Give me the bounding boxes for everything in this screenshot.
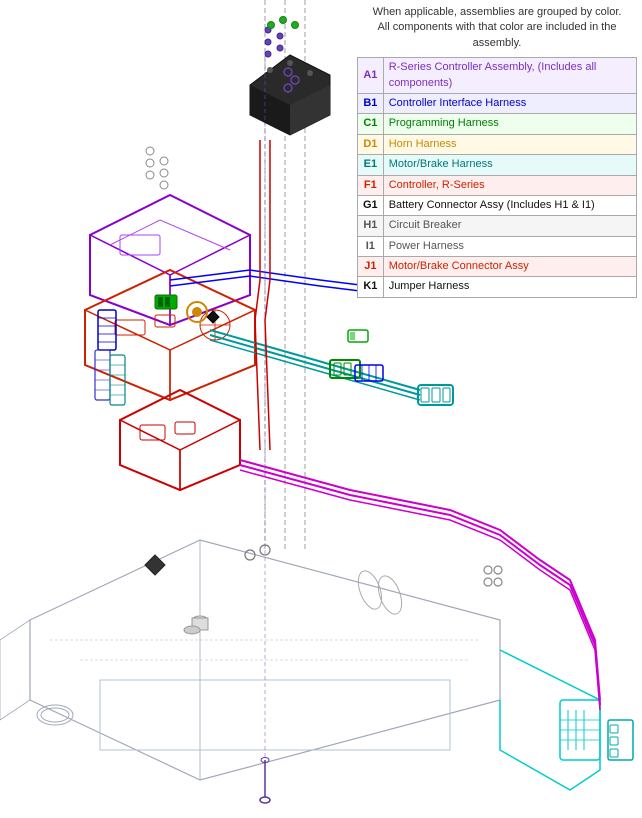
legend-code: K1 [358,277,384,297]
legend-row: K1Jumper Harness [358,277,637,297]
legend-row: C1Programming Harness [358,114,637,134]
legend-header: When applicable, assemblies are grouped … [357,5,637,51]
legend-code: H1 [358,216,384,236]
legend-code: G1 [358,195,384,215]
legend-row: G1Battery Connector Assy (Includes H1 & … [358,195,637,215]
legend-row: J1Motor/Brake Connector Assy [358,257,637,277]
legend-code: E1 [358,155,384,175]
legend-description: Controller Interface Harness [383,93,636,113]
legend-description: Programming Harness [383,114,636,134]
legend-description: Circuit Breaker [383,216,636,236]
legend-code: B1 [358,93,384,113]
legend-row: I1Power Harness [358,236,637,256]
legend-code: D1 [358,134,384,154]
main-container: When applicable, assemblies are grouped … [0,0,642,818]
legend-row: F1Controller, R-Series [358,175,637,195]
legend-description: Horn Harness [383,134,636,154]
legend-row: H1Circuit Breaker [358,216,637,236]
legend-code: A1 [358,58,384,94]
legend-code: J1 [358,257,384,277]
legend-row: E1Motor/Brake Harness [358,155,637,175]
legend-code: C1 [358,114,384,134]
legend-description: Controller, R-Series [383,175,636,195]
legend-description: Jumper Harness [383,277,636,297]
legend-description: Motor/Brake Harness [383,155,636,175]
legend-description: Power Harness [383,236,636,256]
legend-row: D1Horn Harness [358,134,637,154]
legend-row: B1Controller Interface Harness [358,93,637,113]
legend-panel: When applicable, assemblies are grouped … [357,5,637,298]
legend-description: R-Series Controller Assembly, (Includes … [383,58,636,94]
legend-code: I1 [358,236,384,256]
legend-description: Motor/Brake Connector Assy [383,257,636,277]
legend-code: F1 [358,175,384,195]
legend-row: A1R-Series Controller Assembly, (Include… [358,58,637,94]
legend-description: Battery Connector Assy (Includes H1 & I1… [383,195,636,215]
legend-table: A1R-Series Controller Assembly, (Include… [357,57,637,298]
